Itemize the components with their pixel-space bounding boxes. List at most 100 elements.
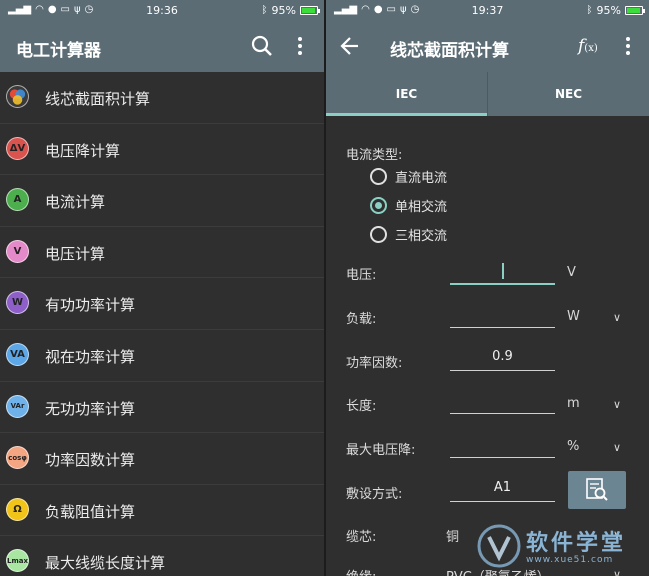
rgb-circles-icon [6,85,29,108]
voltage-icon: V [6,239,29,263]
install-method-input[interactable]: A1 [450,476,555,502]
list-item-label: 负载阻值计算 [45,502,136,521]
install-lookup-button[interactable] [568,471,626,509]
watermark-text: 软件学堂 [526,531,627,556]
tab-nec[interactable]: NEC [487,72,649,116]
radio-single-phase[interactable]: 单相交流 [370,196,447,215]
formula-icon[interactable]: f(x) [578,36,598,56]
list-item[interactable]: W 有功功率计算 [0,278,324,330]
icon-badge: cosφ [8,453,27,462]
voltage-unit: V [567,265,576,280]
list-item[interactable]: cosφ 功率因数计算 [0,433,324,485]
radio-dc[interactable]: 直流电流 [370,167,447,186]
status-bar: ▂▄▆ ◠ ● ▭ ψ ◷ 19:37 ᛒ 95% [326,0,649,22]
voltage-label: 电压: [346,268,377,283]
current-type-label: 电流类型: [346,148,403,163]
radio-label: 直流电流 [395,171,448,186]
power-factor-label: 功率因数: [346,356,403,371]
calculator-form: 电流类型: 直流电流 单相交流 三相交流 电压: V 负载: W ∨ 功率因数:… [326,116,649,576]
load-unit-select[interactable]: W [567,309,580,324]
max-length-icon: Lmax [6,549,29,573]
list-item[interactable]: Ω 负载阻值计算 [0,484,324,537]
page-title: 电工计算器 [16,41,101,61]
list-item-label: 线芯截面积计算 [45,90,151,108]
watermark-logo-icon [477,524,521,568]
battery-percent: 95% [271,4,296,17]
list-item[interactable]: V 电压计算 [0,226,324,279]
list-item[interactable]: ΔV 电压降计算 [0,123,324,176]
chevron-down-icon[interactable]: ∨ [613,568,621,576]
bluetooth-icon: ᛒ [261,4,268,16]
list-item-label: 最大线缆长度计算 [45,554,166,573]
radio-label: 三相交流 [395,229,448,244]
conductor-select[interactable]: 铜 [446,526,459,545]
icon-badge: VAr [10,402,25,411]
icon-badge: VA [10,348,25,360]
install-method-label: 敷设方式: [346,487,403,502]
list-item-label: 有功功率计算 [45,296,136,315]
list-item[interactable]: Lmax 最大线缆长度计算 [0,536,324,576]
length-unit-select[interactable]: m [567,396,580,411]
list-item[interactable]: VAr 无功功率计算 [0,381,324,434]
load-input[interactable] [450,302,555,328]
calculator-list: 线芯截面积计算 ΔV 电压降计算 A 电流计算 V 电压计算 W 有功功率计算 VA 视在功率计算 V… [0,72,324,576]
more-options-icon[interactable] [624,34,632,62]
text-cursor [502,263,504,279]
reactive-power-icon: VAr [6,394,29,418]
list-item[interactable]: 线芯截面积计算 [0,72,324,124]
insulation-label: 绝缘: [346,566,376,576]
max-drop-input[interactable] [450,432,555,458]
standard-tabs: IEC NEC [326,72,649,116]
wire-size-screen: ▂▄▆ ◠ ● ▭ ψ ◷ 19:37 ᛒ 95% 线芯截面积计算 f(x) I… [326,0,649,576]
radio-button[interactable] [370,226,387,243]
back-arrow-icon[interactable] [340,34,360,62]
radio-three-phase[interactable]: 三相交流 [370,225,447,244]
main-menu-screen: ▂▄▆ ◠ ● ▭ ψ ◷ 19:36 ᛒ 95% 电工计算器 线芯截面积计算 Δ… [0,0,324,576]
radio-label: 单相交流 [395,200,448,215]
chevron-down-icon[interactable]: ∨ [613,398,621,411]
max-drop-unit-select[interactable]: % [567,439,579,454]
icon-badge: A [13,194,22,206]
list-item[interactable]: VA 视在功率计算 [0,329,324,382]
chevron-down-icon[interactable]: ∨ [613,528,621,541]
list-item-label: 电压降计算 [45,141,121,160]
insulation-select[interactable]: PVC（聚氯乙烯） [446,566,550,576]
list-item-label: 功率因数计算 [45,451,136,470]
max-drop-label: 最大电压降: [346,443,416,458]
length-label: 长度: [346,399,377,414]
battery-icon [300,6,320,15]
resistance-icon: Ω [6,497,29,521]
chevron-down-icon[interactable]: ∨ [613,441,621,454]
length-input[interactable] [450,388,555,414]
apparent-power-icon: VA [6,342,29,366]
battery-icon [625,6,645,15]
load-label: 负载: [346,312,377,327]
app-bar: 线芯截面积计算 f(x) [326,22,649,72]
radio-button[interactable] [370,168,387,185]
voltage-input[interactable] [450,259,555,285]
voltage-drop-icon: ΔV [6,136,29,160]
list-item-label: 电流计算 [45,193,106,212]
radio-button[interactable] [370,197,387,214]
bluetooth-icon: ᛒ [586,4,593,16]
icon-badge: V [13,245,22,257]
current-icon: A [6,188,29,212]
list-item-label: 无功功率计算 [45,399,136,418]
search-icon[interactable] [250,34,274,62]
list-item-label: 电压计算 [45,244,106,263]
icon-badge: Ω [13,503,22,515]
status-bar: ▂▄▆ ◠ ● ▭ ψ ◷ 19:36 ᛒ 95% [0,0,324,22]
page-title: 线芯截面积计算 [390,41,509,61]
list-item-label: 视在功率计算 [45,347,136,366]
icon-badge: W [11,297,24,309]
tab-iec[interactable]: IEC [326,72,487,116]
chevron-down-icon[interactable]: ∨ [613,311,621,324]
active-power-icon: W [6,291,29,315]
battery-percent: 95% [596,4,621,17]
more-options-icon[interactable] [296,34,304,62]
icon-badge: Lmax [7,556,28,565]
watermark-url: www.xue51.com [526,555,614,565]
power-factor-input[interactable]: 0.9 [450,345,555,371]
list-item[interactable]: A 电流计算 [0,175,324,227]
icon-badge: ΔV [9,142,26,154]
